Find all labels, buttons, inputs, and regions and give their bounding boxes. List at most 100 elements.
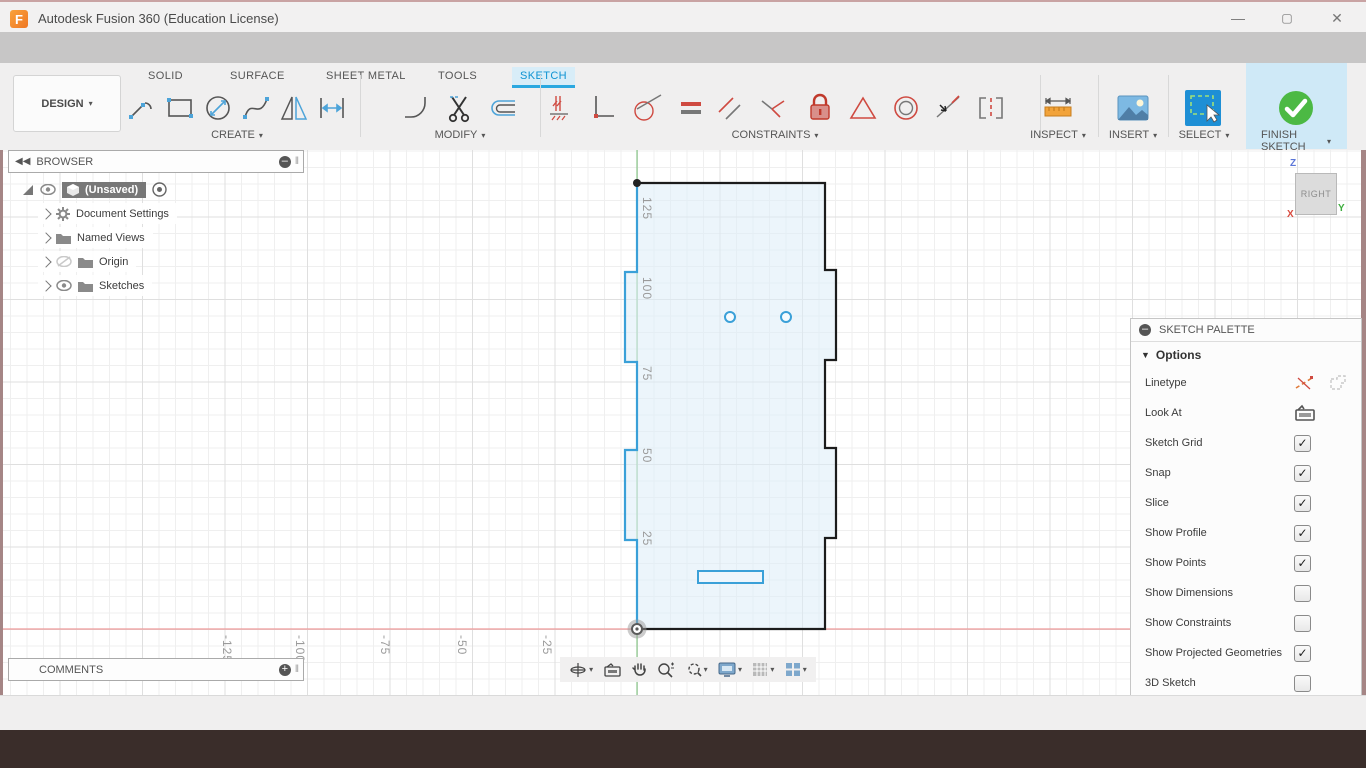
insert-tool-icon[interactable] (1114, 89, 1152, 127)
spline-tool-icon[interactable] (237, 89, 275, 127)
expand-arrow-icon[interactable] (40, 255, 52, 268)
sketch-outline-blue[interactable] (623, 183, 639, 629)
palette-header-label: SKETCH PALETTE (1159, 324, 1255, 336)
root-visibility-eye-icon[interactable] (40, 184, 56, 195)
palette-row-linetype: Linetype (1131, 368, 1361, 398)
zoom-icon[interactable] (657, 662, 675, 678)
coincident-constraint-icon[interactable] (541, 89, 579, 127)
collinear-constraint-icon[interactable] (929, 89, 967, 127)
constraints-group-label[interactable]: CONSTRAINTS ▾ (732, 129, 819, 141)
finish-sketch-icon[interactable] (1277, 89, 1315, 127)
show-points-checkbox[interactable] (1294, 554, 1311, 572)
3d-sketch-checkbox[interactable] (1294, 674, 1311, 692)
show-constraints-checkbox[interactable] (1294, 614, 1311, 632)
fix-unfix-constraint-icon[interactable] (801, 89, 839, 127)
rectangle-tool-icon[interactable] (161, 89, 199, 127)
palette-row-3d-sketch: 3D Sketch (1131, 668, 1361, 698)
perpendicular-constraint-icon[interactable] (754, 89, 792, 127)
select-tool-icon[interactable] (1184, 89, 1222, 127)
origin-marker[interactable] (627, 619, 647, 639)
minimize-button[interactable]: — (1223, 8, 1253, 28)
visibility-eye-icon[interactable] (56, 280, 72, 291)
display-settings-icon[interactable]: ▾ (718, 662, 742, 677)
grid-settings-icon[interactable]: ▾ (752, 662, 774, 677)
parallel-constraint-icon[interactable] (711, 89, 749, 127)
viewcube-face-label: RIGHT (1300, 189, 1332, 199)
palette-options-section[interactable]: ▼ Options (1131, 342, 1361, 368)
trim-tool-icon[interactable] (440, 89, 478, 127)
palette-minimize-icon[interactable]: – (1139, 324, 1151, 336)
show-projected-geometries-checkbox[interactable] (1294, 644, 1311, 662)
orbit-icon[interactable]: ▾ (569, 662, 593, 678)
concentric-constraint-icon[interactable] (887, 89, 925, 127)
snap-checkbox[interactable] (1294, 464, 1311, 482)
look-at-icon[interactable] (1294, 404, 1316, 422)
sketch-dimension-tool-icon[interactable] (313, 89, 351, 127)
mirror-tool-icon[interactable] (275, 89, 313, 127)
fit-zoom-icon[interactable]: ▾ (686, 662, 708, 678)
comments-resize-grip[interactable]: ‖ (295, 664, 299, 675)
construction-linetype-icon[interactable] (1294, 374, 1316, 392)
browser-panel-header[interactable]: ◀◀ BROWSER – ‖ (8, 150, 304, 173)
horizontal-vertical-constraint-icon[interactable] (584, 89, 622, 127)
sketch-hole-circle-left[interactable] (724, 311, 736, 323)
y-tick-100: 100 (640, 277, 654, 301)
browser-item-sketches[interactable]: Sketches (38, 275, 153, 296)
viewcube[interactable]: RIGHT (1295, 173, 1337, 215)
line-tool-icon[interactable] (123, 89, 161, 127)
modify-group-label[interactable]: MODIFY ▾ (435, 129, 486, 141)
inspect-group-label[interactable]: INSPECT ▾ (1030, 129, 1086, 141)
sketch-profile-fill[interactable] (625, 183, 836, 629)
slice-checkbox[interactable] (1294, 494, 1311, 512)
folder-icon (56, 233, 71, 244)
section-collapse-caret-icon[interactable]: ▼ (1141, 350, 1150, 360)
tangent-constraint-icon[interactable] (628, 89, 666, 127)
expand-arrow-icon[interactable] (40, 279, 52, 292)
add-comment-icon[interactable]: + (278, 663, 291, 676)
inspect-tool-icon[interactable] (1039, 89, 1077, 127)
browser-item-document-settings[interactable]: Document Settings (38, 203, 177, 224)
circle-tool-icon[interactable] (199, 89, 237, 127)
show-profile-checkbox[interactable] (1294, 524, 1311, 542)
centerline-linetype-icon[interactable] (1328, 374, 1348, 392)
browser-item-named-views[interactable]: Named Views (38, 227, 153, 248)
symmetry-constraint-icon[interactable] (972, 89, 1010, 127)
sketch-grid-checkbox[interactable] (1294, 434, 1311, 452)
close-button[interactable]: ✕ (1322, 8, 1352, 28)
sketch-slot-rectangle[interactable] (697, 570, 764, 584)
x-tick-n75: -75 (378, 635, 392, 656)
hidden-eye-icon[interactable] (56, 256, 72, 267)
ribbon-tab-solid[interactable]: SOLID (140, 67, 191, 85)
equal-constraint-icon[interactable] (672, 89, 710, 127)
root-activate-icon[interactable] (152, 182, 167, 197)
look-at-icon[interactable] (603, 662, 622, 677)
browser-minimize-icon[interactable]: – (278, 155, 291, 168)
workspace-design-dropdown[interactable]: DESIGN ▾ (13, 75, 121, 132)
browser-resize-grip[interactable]: ‖ (295, 156, 299, 167)
create-group-label[interactable]: CREATE ▾ (211, 129, 263, 141)
maximize-button[interactable]: ▢ (1272, 8, 1302, 28)
expand-arrow-icon[interactable] (40, 207, 52, 220)
browser-root-row[interactable]: (Unsaved) (18, 179, 175, 200)
sketch-hole-circle-right[interactable] (780, 311, 792, 323)
browser-collapse-icon[interactable]: ◀◀ (15, 156, 30, 167)
expand-arrow-icon[interactable] (40, 231, 52, 244)
midpoint-constraint-icon[interactable] (844, 89, 882, 127)
sketch-palette-header[interactable]: – SKETCH PALETTE (1131, 319, 1361, 342)
browser-item-origin[interactable]: Origin (38, 251, 137, 272)
fillet-tool-icon[interactable] (398, 89, 436, 127)
offset-tool-icon[interactable] (482, 89, 520, 127)
ribbon-tab-sheet-metal[interactable]: SHEET METAL (318, 67, 414, 85)
ribbon-tab-surface[interactable]: SURFACE (222, 67, 293, 85)
select-group-label[interactable]: SELECT ▾ (1179, 129, 1230, 141)
insert-group-label[interactable]: INSERT ▾ (1109, 129, 1157, 141)
ribbon-tab-sketch[interactable]: SKETCH (512, 67, 576, 88)
show-dimensions-checkbox[interactable] (1294, 584, 1311, 602)
pan-hand-icon[interactable] (632, 662, 647, 678)
ribbon-toolbar: SOLID SURFACE SHEET METAL TOOLS SKETCH D… (0, 63, 1366, 153)
ribbon-tab-tools[interactable]: TOOLS (430, 67, 485, 85)
comments-bar[interactable]: COMMENTS + ‖ (8, 658, 304, 681)
sketch-corner-point[interactable] (633, 179, 641, 187)
root-expand-icon[interactable] (22, 184, 34, 196)
viewports-icon[interactable]: ▾ (785, 662, 807, 677)
